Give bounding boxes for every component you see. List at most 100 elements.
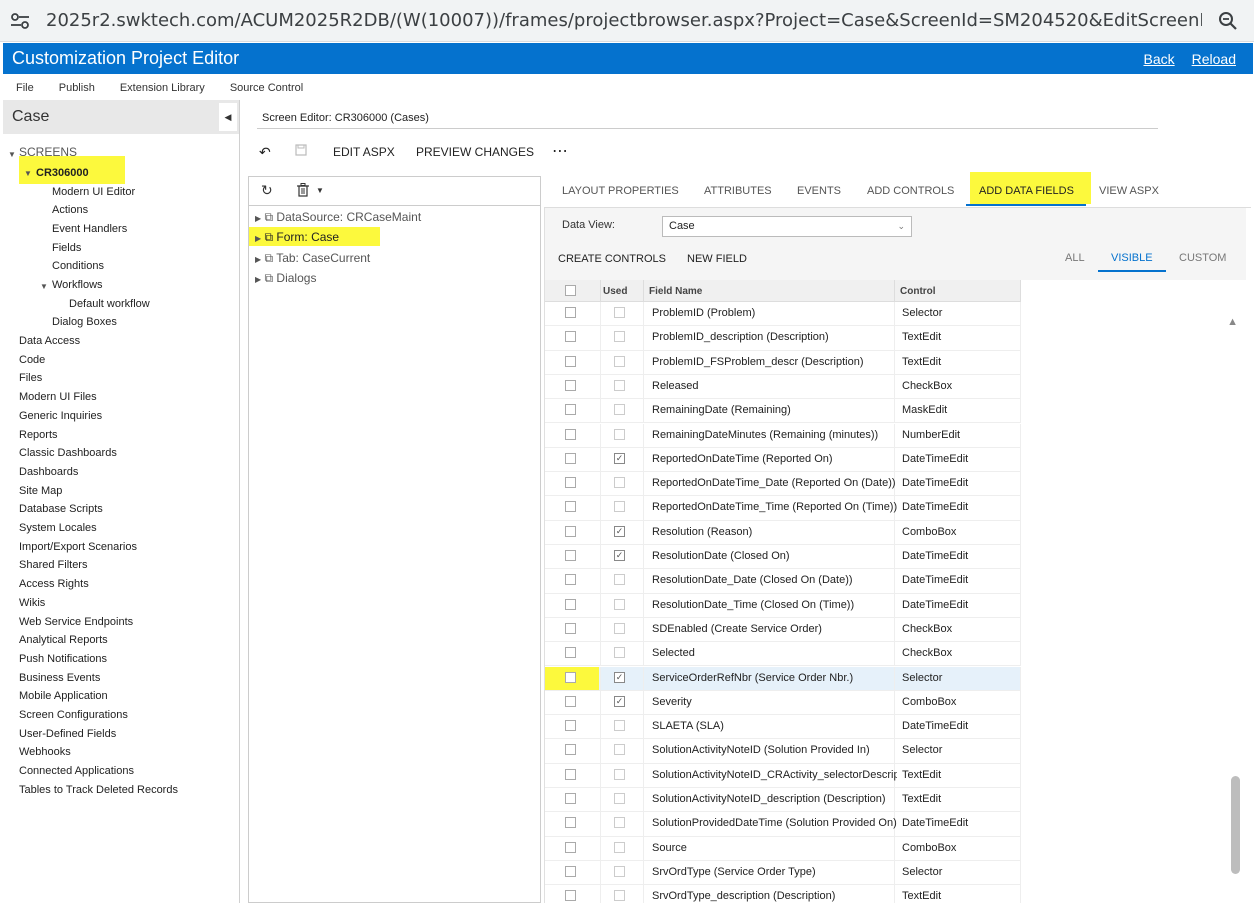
tree-section-item[interactable]: Wikis [19, 597, 45, 609]
menu-file[interactable]: File [16, 82, 34, 94]
table-row[interactable]: ReportedOnDateTime_Date (Reported On (Da… [545, 472, 1021, 497]
tree-section-item[interactable]: Classic Dashboards [19, 447, 117, 459]
menu-source-control[interactable]: Source Control [230, 82, 303, 94]
column-field-name[interactable]: Field Name [649, 286, 702, 297]
row-select-checkbox[interactable] [565, 744, 576, 756]
tree-section-item[interactable]: Files [19, 372, 42, 384]
table-row[interactable]: SDEnabled (Create Service Order) CheckBox [545, 617, 1021, 643]
row-select-checkbox[interactable] [565, 355, 576, 367]
save-icon[interactable] [295, 144, 307, 159]
tree-section-item[interactable]: Code [19, 354, 45, 366]
row-select-checkbox[interactable] [565, 331, 576, 343]
row-select-checkbox[interactable] [565, 501, 576, 513]
scrollbar-thumb[interactable] [1231, 776, 1240, 874]
select-all-checkbox[interactable] [565, 285, 576, 296]
row-select-checkbox[interactable] [565, 841, 576, 853]
tree-section-item[interactable]: Access Rights [19, 578, 89, 590]
table-row[interactable]: SLAETA (SLA) DateTimeEdit [545, 715, 1021, 740]
scroll-up-icon[interactable]: ▲ [1227, 316, 1238, 328]
tree-section-item[interactable]: Shared Filters [19, 559, 87, 571]
row-select-checkbox[interactable] [565, 550, 576, 561]
tree-modern-ui-editor[interactable]: Modern UI Editor [52, 186, 135, 198]
table-row[interactable]: ReportedOnDateTime_Time (Reported On (Ti… [545, 496, 1021, 521]
table-row[interactable]: Selected CheckBox [545, 642, 1021, 667]
table-row[interactable]: ProblemID_description (Description) TextE… [545, 326, 1021, 351]
tree-section-item[interactable]: Web Service Endpoints [19, 616, 133, 628]
tree-node-form-case[interactable]: ▶ ⧉ Form: Case [255, 230, 339, 245]
table-row[interactable]: ✓ ReportedOnDateTime (Reported On) DateTim… [545, 447, 1021, 473]
table-row[interactable]: ✓ Resolution (Reason) ComboBox [545, 520, 1021, 545]
undo-icon[interactable]: ↶ [259, 144, 271, 161]
row-select-checkbox[interactable] [565, 793, 576, 804]
tree-section-item[interactable]: Push Notifications [19, 653, 107, 665]
row-select-checkbox[interactable] [565, 404, 576, 416]
row-select-checkbox[interactable] [565, 598, 576, 610]
row-select-checkbox[interactable] [565, 622, 576, 634]
tree-node-datasource[interactable]: ▶ ⧉ DataSource: CRCaseMaint [255, 210, 421, 225]
table-row[interactable]: SrvOrdType_description (Description) Text… [545, 885, 1021, 903]
tree-section-item[interactable]: Tables to Track Deleted Records [19, 784, 178, 796]
table-row[interactable]: ResolutionDate_Time (Closed On (Time)) Da… [545, 593, 1021, 618]
tree-section-item[interactable]: Modern UI Files [19, 391, 97, 403]
table-row[interactable]: SrvOrdType (Service Order Type) Selector [545, 860, 1021, 886]
row-select-checkbox[interactable] [565, 428, 576, 440]
row-select-checkbox[interactable] [565, 477, 576, 489]
caret-down-icon[interactable]: ▼ [316, 186, 324, 195]
tab-layout-properties[interactable]: LAYOUT PROPERTIES [562, 185, 679, 197]
row-select-checkbox[interactable] [565, 865, 576, 877]
tree-default-workflow[interactable]: Default workflow [69, 298, 150, 310]
reload-link[interactable]: Reload [1192, 51, 1236, 67]
caret-down-icon[interactable]: ▼ [40, 282, 48, 291]
tab-events[interactable]: EVENTS [797, 185, 841, 197]
tree-section-item[interactable]: Database Scripts [19, 503, 103, 515]
filter-all[interactable]: ALL [1065, 252, 1085, 264]
tab-add-data-fields[interactable]: ADD DATA FIELDS [979, 185, 1074, 197]
tree-section-item[interactable]: System Locales [19, 522, 97, 534]
tree-section-item[interactable]: Generic Inquiries [19, 410, 102, 422]
tree-section-item[interactable]: Import/Export Scenarios [19, 541, 137, 553]
table-row[interactable]: Source ComboBox [545, 836, 1021, 861]
row-select-checkbox[interactable] [565, 817, 576, 829]
tree-conditions[interactable]: Conditions [52, 260, 104, 272]
table-row[interactable]: ✓ Severity ComboBox [545, 690, 1021, 716]
create-controls-button[interactable]: CREATE CONTROLS [558, 253, 666, 265]
table-row[interactable]: RemainingDateMinutes (Remaining (minutes… [545, 423, 1021, 448]
row-select-checkbox[interactable] [565, 647, 576, 659]
tree-node-tab[interactable]: ▶ ⧉ Tab: CaseCurrent [255, 251, 370, 266]
tree-section-item[interactable]: Dashboards [19, 466, 78, 478]
zoom-out-icon[interactable] [1202, 0, 1254, 42]
tab-attributes[interactable]: ATTRIBUTES [704, 185, 772, 197]
tree-screen-cr306000[interactable]: CR306000 [36, 167, 89, 179]
tree-section-item[interactable]: Screen Configurations [19, 709, 128, 721]
tree-section-item[interactable]: User-Defined Fields [19, 728, 116, 740]
table-row[interactable]: Released CheckBox [545, 374, 1021, 400]
tree-section-item[interactable]: Connected Applications [19, 765, 134, 777]
site-settings-icon[interactable] [0, 0, 40, 42]
back-link[interactable]: Back [1144, 51, 1175, 67]
tree-section-item[interactable]: Mobile Application [19, 690, 108, 702]
data-view-select[interactable]: Case ⌄ [662, 216, 912, 237]
tree-workflows[interactable]: Workflows [52, 279, 103, 291]
table-row[interactable]: ✓ ServiceOrderRefNbr (Service Order Nbr.)… [545, 666, 1021, 691]
tab-add-controls[interactable]: ADD CONTROLS [867, 185, 954, 197]
row-select-checkbox[interactable] [565, 379, 576, 391]
table-row[interactable]: ✓ ResolutionDate (Closed On) DateTimeEdit [545, 545, 1021, 570]
table-row[interactable]: SolutionActivityNoteID_CRActivity_select… [545, 763, 1021, 788]
tree-section-item[interactable]: Data Access [19, 335, 80, 347]
tree-section-item[interactable]: Webhooks [19, 746, 71, 758]
table-row[interactable]: ProblemID (Problem) Selector [545, 302, 1021, 327]
menu-publish[interactable]: Publish [59, 82, 95, 94]
refresh-icon[interactable]: ↻ [261, 182, 273, 199]
table-row[interactable]: SolutionActivityNoteID (Solution Provide… [545, 739, 1021, 764]
row-select-checkbox[interactable] [565, 671, 576, 683]
row-select-checkbox[interactable] [565, 768, 576, 780]
preview-changes-button[interactable]: PREVIEW CHANGES [416, 145, 534, 159]
row-select-checkbox[interactable] [565, 307, 576, 318]
table-row[interactable]: RemainingDate (Remaining) MaskEdit [545, 399, 1021, 424]
tree-section-item[interactable]: Reports [19, 429, 58, 441]
tree-actions[interactable]: Actions [52, 204, 88, 216]
tree-section-item[interactable]: Site Map [19, 485, 62, 497]
table-row[interactable]: SolutionActivityNoteID_description (Desc… [545, 788, 1021, 813]
caret-down-icon[interactable]: ▼ [24, 169, 32, 178]
row-select-checkbox[interactable] [565, 452, 576, 464]
